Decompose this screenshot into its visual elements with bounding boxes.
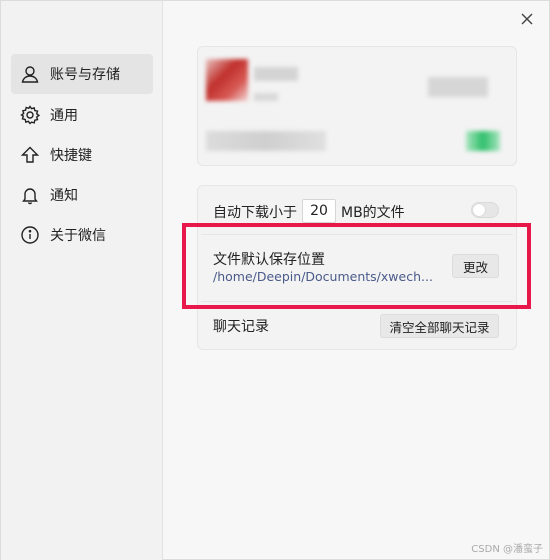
account-card bbox=[197, 46, 517, 166]
sidebar-item-shortcuts[interactable]: 快捷键 bbox=[11, 135, 153, 175]
bell-icon bbox=[20, 185, 40, 205]
watermark: CSDN @潘蛮子 bbox=[471, 544, 543, 555]
info-icon bbox=[20, 225, 40, 245]
sidebar-item-about[interactable]: 关于微信 bbox=[11, 215, 153, 255]
account-status-blurred bbox=[428, 77, 488, 97]
sidebar-item-label: 通用 bbox=[50, 108, 78, 124]
clear-chat-history-button[interactable]: 清空全部聊天记录 bbox=[380, 314, 499, 338]
close-button[interactable] bbox=[517, 9, 537, 29]
sidebar-item-notifications[interactable]: 通知 bbox=[11, 175, 153, 215]
account-name-blurred bbox=[254, 67, 298, 81]
avatar bbox=[206, 59, 248, 101]
chat-history-label: 聊天记录 bbox=[213, 319, 269, 335]
person-icon bbox=[20, 64, 40, 84]
sidebar-item-general[interactable]: 通用 bbox=[11, 95, 153, 135]
change-location-button[interactable]: 更改 bbox=[452, 254, 499, 278]
gear-icon bbox=[20, 105, 40, 125]
settings-window: 账号与存储 通用 快捷键 通知 关于微信 自动下载小于 20 MB的文件 文件默… bbox=[0, 0, 550, 560]
sidebar: 账号与存储 通用 快捷键 通知 关于微信 bbox=[1, 1, 163, 560]
arrow-up-icon bbox=[20, 145, 40, 165]
sidebar-item-account-storage[interactable]: 账号与存储 bbox=[11, 54, 153, 94]
sidebar-item-label: 账号与存储 bbox=[50, 67, 120, 83]
divider bbox=[201, 301, 513, 302]
auto-download-suffix: MB的文件 bbox=[341, 205, 405, 221]
file-location-path[interactable]: /home/Deepin/Documents/xwech... bbox=[213, 269, 433, 284]
account-info-blurred bbox=[254, 93, 278, 101]
toggle-knob bbox=[473, 204, 485, 216]
auto-download-size-input[interactable]: 20 bbox=[302, 199, 336, 223]
auto-download-toggle[interactable] bbox=[471, 202, 499, 218]
storage-toggle-blurred bbox=[466, 131, 500, 151]
divider bbox=[201, 234, 513, 235]
file-location-label: 文件默认保存位置 bbox=[213, 252, 325, 268]
auto-download-prefix: 自动下载小于 bbox=[213, 205, 297, 221]
sidebar-item-label: 通知 bbox=[50, 188, 78, 204]
storage-text-blurred bbox=[206, 131, 326, 151]
sidebar-item-label: 快捷键 bbox=[50, 148, 92, 164]
close-icon bbox=[521, 10, 533, 29]
sidebar-item-label: 关于微信 bbox=[50, 228, 106, 244]
